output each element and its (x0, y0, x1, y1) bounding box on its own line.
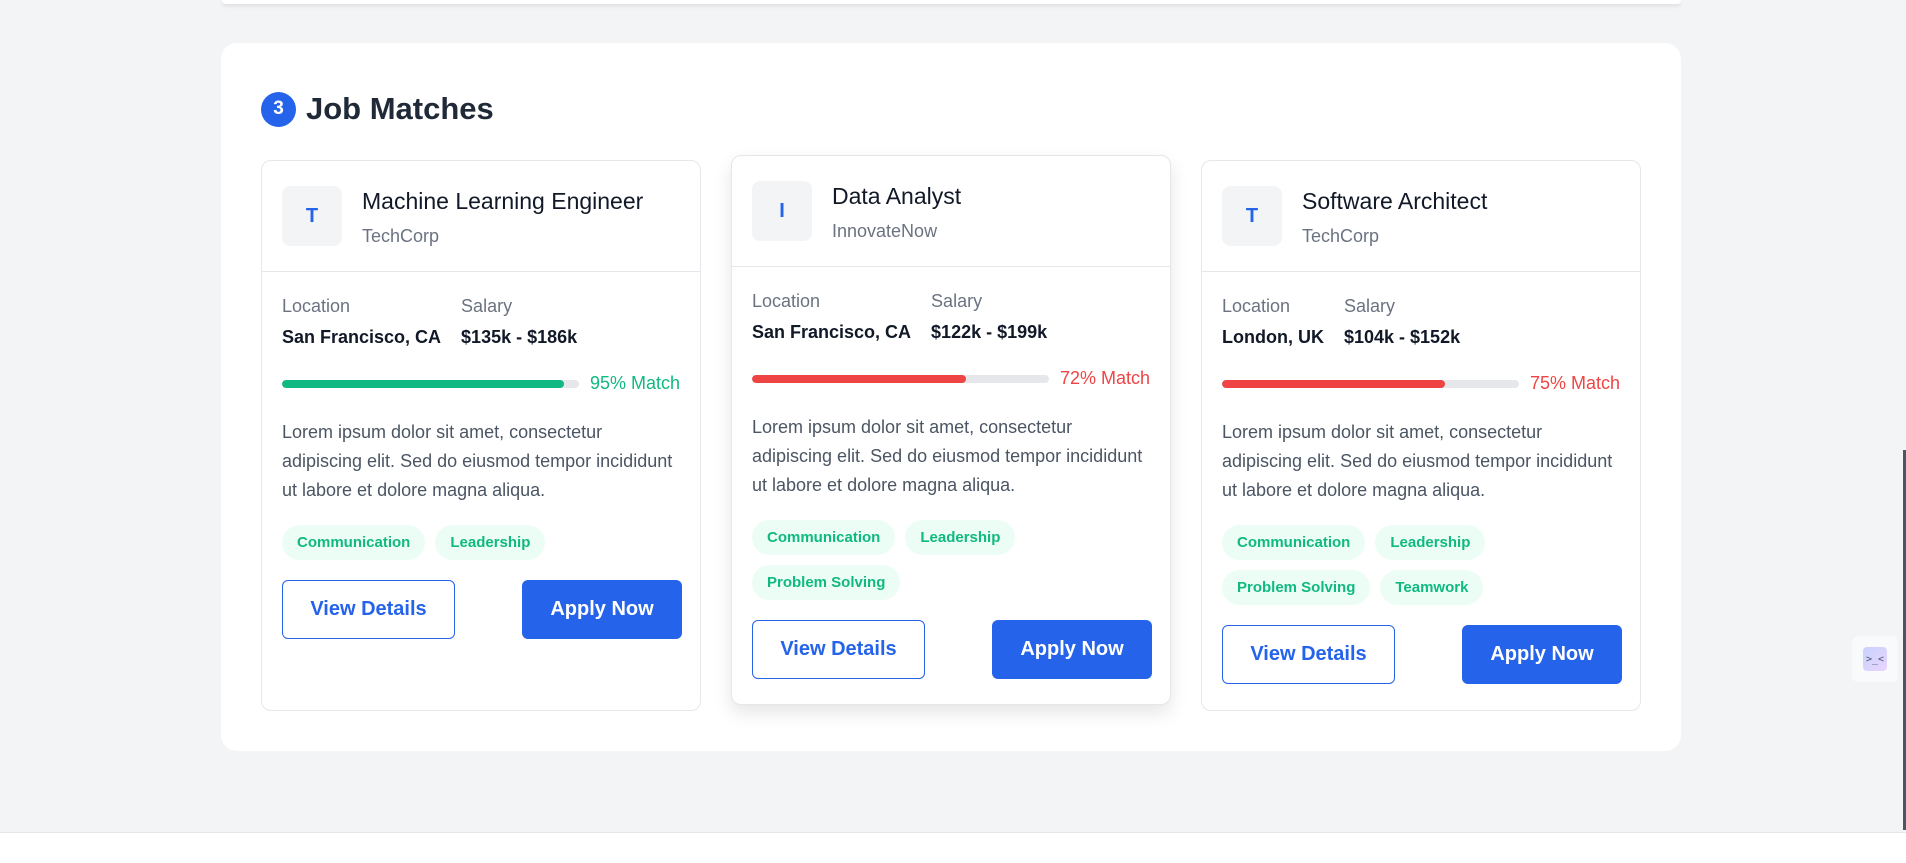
view-details-button[interactable]: View Details (1222, 625, 1395, 684)
salary-block: Salary $122k - $199k (931, 291, 1047, 343)
match-percent-text: 75% Match (1529, 373, 1621, 393)
job-card-header: T Machine Learning Engineer TechCorp (262, 161, 700, 272)
match-progress-bar (752, 374, 1049, 383)
location-label: Location (282, 296, 351, 316)
job-actions: View Details Apply Now (282, 580, 682, 639)
skill-tag: Leadership (435, 525, 546, 560)
skill-tag: Leadership (905, 520, 1016, 555)
job-card-body: Location San Francisco, CA Salary $122k … (732, 267, 1170, 679)
salary-value: $104k - $152k (1343, 327, 1461, 347)
job-card: I Data Analyst InnovateNow Location San … (731, 155, 1171, 705)
job-actions: View Details Apply Now (752, 620, 1152, 679)
job-card: T Machine Learning Engineer TechCorp Loc… (261, 160, 701, 711)
location-label: Location (752, 291, 821, 311)
salary-label: Salary (461, 296, 513, 316)
company-name: InnovateNow (832, 221, 938, 241)
skill-tag: Problem Solving (752, 565, 901, 600)
skill-tag: Communication (282, 525, 426, 560)
job-card: T Software Architect TechCorp Location L… (1201, 160, 1641, 711)
top-card-edge (222, 0, 1681, 4)
section-title: Job Matches (306, 91, 494, 126)
job-description: Lorem ipsum dolor sit amet, consectetur … (1222, 422, 1613, 500)
job-meta: Location San Francisco, CA Salary $122k … (752, 291, 1150, 343)
job-matches-panel: 3 Job Matches T Machine Learning Enginee… (221, 43, 1681, 751)
location-block: Location San Francisco, CA (282, 296, 441, 348)
view-details-button[interactable]: View Details (282, 580, 455, 639)
widget-glyph: >_< (1863, 647, 1887, 671)
match-percent-text: 95% Match (589, 373, 681, 393)
job-title[interactable]: Software Architect (1302, 188, 1487, 215)
company-logo: T (282, 186, 342, 246)
match-score: 75% Match (1222, 373, 1620, 394)
match-score: 72% Match (752, 368, 1150, 389)
location-value: London, UK (1222, 327, 1324, 347)
skill-tags: Communication Leadership Problem Solving (752, 520, 1152, 610)
match-progress-bar (282, 379, 579, 388)
location-value: San Francisco, CA (752, 322, 912, 342)
location-block: Location London, UK (1222, 296, 1324, 348)
company-name: TechCorp (1302, 226, 1380, 246)
view-details-button[interactable]: View Details (752, 620, 925, 679)
skill-tags: Communication Leadership (282, 525, 682, 570)
location-label: Location (1222, 296, 1291, 316)
location-block: Location San Francisco, CA (752, 291, 911, 343)
job-meta: Location San Francisco, CA Salary $135k … (282, 296, 680, 348)
page-footer-band (0, 832, 1906, 863)
job-title[interactable]: Machine Learning Engineer (362, 188, 643, 215)
match-count-badge: 3 (261, 91, 296, 127)
job-card-body: Location San Francisco, CA Salary $135k … (262, 272, 700, 639)
salary-block: Salary $104k - $152k (1344, 296, 1460, 348)
salary-label: Salary (1343, 296, 1396, 316)
company-logo: I (752, 181, 812, 241)
salary-label: Salary (931, 291, 983, 311)
skill-tag: Teamwork (1380, 570, 1484, 605)
section-heading: 3 Job Matches (261, 91, 494, 127)
match-progress-fill (282, 379, 565, 388)
code-icon[interactable]: >_< (1852, 636, 1898, 682)
skill-tag: Leadership (1375, 525, 1486, 560)
job-card-header: T Software Architect TechCorp (1202, 161, 1640, 272)
location-value: San Francisco, CA (282, 327, 442, 347)
company-logo: T (1222, 186, 1282, 246)
apply-now-button[interactable]: Apply Now (522, 580, 682, 639)
job-card-body: Location London, UK Salary $104k - $152k… (1202, 272, 1640, 684)
match-score: 95% Match (282, 373, 680, 394)
skill-tags: Communication Leadership Problem Solving… (1222, 525, 1622, 615)
salary-value: $135k - $186k (461, 327, 578, 347)
salary-block: Salary $135k - $186k (461, 296, 577, 348)
match-progress-fill (752, 374, 966, 383)
job-title[interactable]: Data Analyst (832, 183, 961, 210)
job-description: Lorem ipsum dolor sit amet, consectetur … (752, 417, 1143, 495)
skill-tag: Communication (752, 520, 896, 555)
company-name: TechCorp (362, 226, 440, 246)
match-progress-fill (1222, 379, 1445, 388)
job-description: Lorem ipsum dolor sit amet, consectetur … (282, 422, 673, 500)
skill-tag: Communication (1222, 525, 1366, 560)
salary-value: $122k - $199k (931, 322, 1048, 342)
apply-now-button[interactable]: Apply Now (1462, 625, 1622, 684)
apply-now-button[interactable]: Apply Now (992, 620, 1152, 679)
job-card-header: I Data Analyst InnovateNow (732, 156, 1170, 267)
match-progress-bar (1222, 379, 1519, 388)
skill-tag: Problem Solving (1222, 570, 1371, 605)
match-percent-text: 72% Match (1059, 368, 1151, 388)
job-meta: Location London, UK Salary $104k - $152k (1222, 296, 1620, 348)
job-actions: View Details Apply Now (1222, 625, 1622, 684)
